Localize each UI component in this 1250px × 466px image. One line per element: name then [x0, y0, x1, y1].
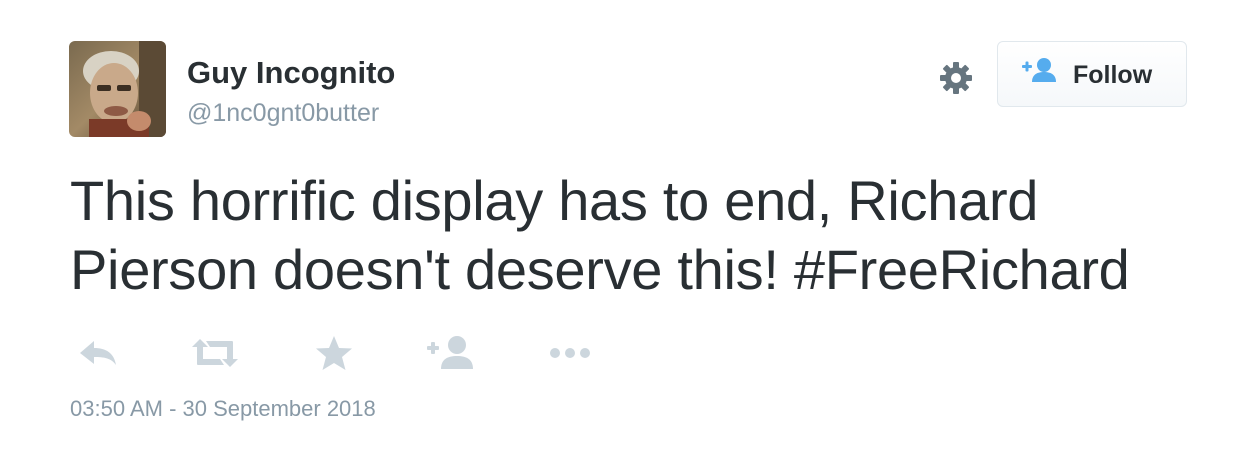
reply-icon[interactable]: [76, 333, 120, 373]
gear-icon[interactable]: [938, 60, 974, 96]
add-user-icon[interactable]: [425, 333, 477, 373]
retweet-icon[interactable]: [190, 333, 240, 373]
user-handle[interactable]: @1nc0gnt0butter: [187, 99, 379, 128]
tweet-text: This horrific display has to end, Richar…: [70, 169, 1130, 301]
follow-button[interactable]: Follow: [997, 41, 1187, 107]
user-display-name[interactable]: Guy Incognito: [187, 55, 395, 91]
tweet-timestamp[interactable]: 03:50 AM - 30 September 2018: [70, 396, 376, 422]
more-icon[interactable]: [548, 333, 592, 373]
follow-button-label: Follow: [1073, 61, 1153, 89]
avatar[interactable]: [69, 41, 166, 137]
add-user-icon: [1020, 56, 1060, 86]
star-icon[interactable]: [314, 333, 354, 373]
avatar-image: [69, 41, 166, 137]
